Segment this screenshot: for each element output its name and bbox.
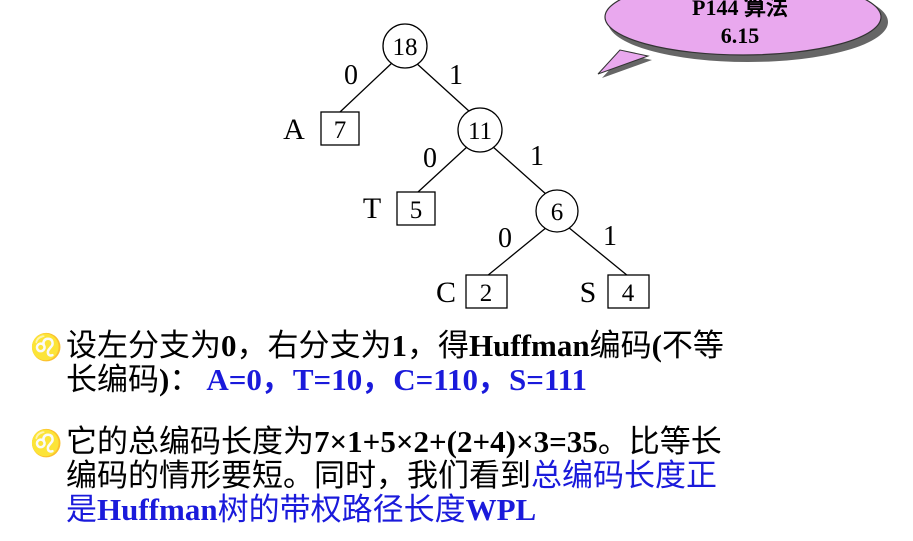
bullet-2: ♌ 它的总编码长度为7×1+5×2+(2+4)×3=35。比等长 编码的情形要短… bbox=[30, 424, 903, 528]
leaf-s: S 4 bbox=[580, 274, 650, 309]
text-length-code: 长编码 bbox=[66, 362, 159, 398]
text-paren-open: ( bbox=[651, 328, 662, 363]
leaf-c-letter: C bbox=[436, 276, 456, 309]
text-left-branch: 设左分支为 bbox=[66, 328, 221, 364]
bullet-1-line-2: 长编码)： A=0，T=10，C=110，S=111 bbox=[66, 362, 903, 398]
bullet-2-line-3: 是Huffman树的带权路径长度WPL bbox=[66, 492, 903, 528]
text-get: ，得 bbox=[407, 328, 469, 364]
leaf-a-weight: 7 bbox=[334, 117, 347, 144]
text-total-length: 它的总编码长度为 bbox=[66, 424, 314, 460]
bullet-2-line-1: 它的总编码长度为7×1+5×2+(2+4)×3=35。比等长 bbox=[66, 424, 903, 460]
total-length-formula: 7×1+5×2+(2+4)×3=35 bbox=[314, 424, 598, 459]
highlight-weighted-path: 树的带权路径长度 bbox=[217, 492, 466, 528]
highlight-wpl: WPL bbox=[465, 492, 537, 527]
bullet-1-line-1: 设左分支为0，右分支为1，得Huffman编码(不等 bbox=[66, 328, 903, 364]
leaf-t-letter: T bbox=[363, 192, 381, 225]
edge-label-mid-left: 0 bbox=[423, 143, 437, 174]
bullet-2-line-2: 编码的情形要短。同时，我们看到总编码长度正 bbox=[66, 459, 903, 493]
edge-label-low-right: 1 bbox=[603, 221, 617, 252]
node-low-value: 6 bbox=[551, 199, 564, 226]
highlight-total-length: 总编码长度正 bbox=[531, 458, 717, 494]
node-low: 6 bbox=[535, 189, 579, 233]
highlight-is: 是 bbox=[66, 492, 97, 528]
leaf-c-weight: 2 bbox=[480, 280, 493, 307]
node-root-value: 18 bbox=[393, 34, 418, 61]
leaf-s-letter: S bbox=[580, 276, 597, 309]
text-shorter: 编码的情形要短。同时，我们看到 bbox=[66, 458, 531, 494]
bullet-2-marker: ♌ bbox=[30, 429, 63, 459]
text-right-branch: ，右分支为 bbox=[236, 328, 392, 364]
edge-label-low-left: 0 bbox=[498, 223, 512, 254]
text-paren-close: ) bbox=[159, 362, 170, 397]
text-zero: 0 bbox=[221, 328, 237, 363]
node-root: 18 bbox=[382, 23, 428, 69]
text-compare: 。比等长 bbox=[597, 424, 722, 460]
node-mid-value: 11 bbox=[468, 118, 492, 145]
text-one: 1 bbox=[391, 328, 408, 363]
edge-label-root-left: 0 bbox=[344, 60, 358, 91]
huffman-codes: A=0，T=10，C=110，S=111 bbox=[206, 362, 588, 397]
bullet-1-marker: ♌ bbox=[30, 333, 63, 363]
bullet-1: ♌ 设左分支为0，右分支为1，得Huffman编码(不等 长编码)： A=0，T=… bbox=[30, 328, 903, 398]
leaf-c: C 2 bbox=[436, 274, 508, 309]
leaf-t-weight: 5 bbox=[410, 197, 423, 224]
text-unequal: 不等 bbox=[661, 328, 724, 364]
text-code: 编码 bbox=[589, 328, 652, 364]
text-huffman: Huffman bbox=[469, 328, 590, 363]
edge-label-root-right: 1 bbox=[449, 60, 463, 91]
huffman-tree: 18 11 6 A 7 T 5 C 2 S 4 0 1 0 1 0 1 bbox=[283, 23, 650, 309]
leaf-s-weight: 4 bbox=[622, 280, 635, 307]
text-colon: ： bbox=[169, 362, 201, 398]
leaf-a-letter: A bbox=[283, 113, 305, 146]
node-mid: 11 bbox=[457, 107, 503, 153]
highlight-huffman: Huffman bbox=[97, 492, 218, 527]
leaf-t: T 5 bbox=[363, 191, 436, 226]
leaf-a: A 7 bbox=[283, 111, 360, 146]
edge-label-mid-right: 1 bbox=[530, 141, 544, 172]
